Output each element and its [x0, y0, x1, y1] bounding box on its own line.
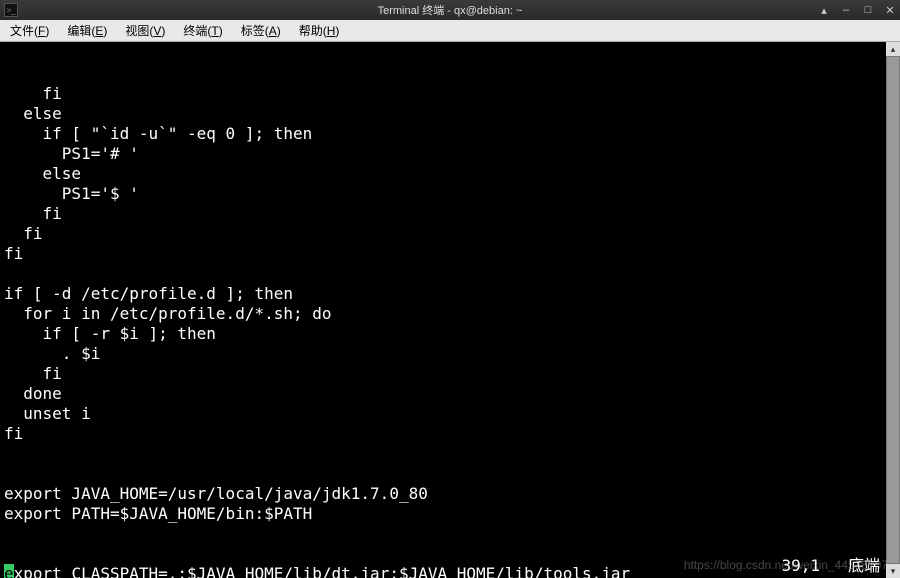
scroll-up-button[interactable]: ▴: [886, 42, 900, 56]
titlebar: >_ Terminal 终端 - qx@debian: ~ ▴ – □ ✕: [0, 0, 900, 20]
terminal-line: if [ -r $i ]; then: [4, 324, 896, 344]
terminal-line: else: [4, 164, 896, 184]
menu-tabs[interactable]: 标签(A): [237, 20, 285, 41]
scroll-thumb[interactable]: [886, 56, 900, 564]
menubar: 文件(F) 编辑(E) 视图(V) 终端(T) 标签(A) 帮助(H): [0, 20, 900, 42]
terminal-line: else: [4, 104, 896, 124]
menu-terminal[interactable]: 终端(T): [179, 20, 226, 41]
terminal-viewport[interactable]: fi else if [ "`id -u`" -eq 0 ]; then PS1…: [0, 42, 900, 578]
terminal-line: PS1='# ': [4, 144, 896, 164]
menu-file[interactable]: 文件(F): [6, 20, 53, 41]
menu-help[interactable]: 帮助(H): [295, 20, 344, 41]
terminal-line: fi: [4, 224, 896, 244]
terminal-line: if [ "`id -u`" -eq 0 ]; then: [4, 124, 896, 144]
terminal-line: done: [4, 384, 896, 404]
terminal-line: . $i: [4, 344, 896, 364]
rollup-button[interactable]: ▴: [818, 4, 830, 17]
vim-status-label: 底端: [848, 556, 880, 576]
terminal-line: for i in /etc/profile.d/*.sh; do: [4, 304, 896, 324]
scrollbar[interactable]: ▴ ▾: [886, 42, 900, 578]
terminal-line: [4, 264, 896, 284]
terminal-line: fi: [4, 204, 896, 224]
minimize-button[interactable]: –: [840, 4, 852, 17]
terminal-line: export JAVA_HOME=/usr/local/java/jdk1.7.…: [4, 484, 896, 504]
terminal-line: [4, 464, 896, 484]
terminal-line: export PATH=$JAVA_HOME/bin:$PATH: [4, 504, 896, 524]
terminal-line: if [ -d /etc/profile.d ]; then: [4, 284, 896, 304]
terminal-line: fi: [4, 424, 896, 444]
terminal-line: fi: [4, 364, 896, 384]
window-title: Terminal 终端 - qx@debian: ~: [378, 2, 523, 18]
menu-view[interactable]: 视图(V): [121, 20, 169, 41]
vim-position: 39,1: [781, 556, 820, 576]
terminal-last-line: export CLASSPATH=.:$JAVA_HOME/lib/dt.jar…: [4, 564, 896, 578]
terminal-line: fi: [4, 244, 896, 264]
scroll-down-button[interactable]: ▾: [886, 564, 900, 578]
terminal-text: fi else if [ "`id -u`" -eq 0 ]; then PS1…: [4, 84, 896, 524]
close-button[interactable]: ✕: [884, 4, 896, 17]
maximize-button[interactable]: □: [862, 4, 874, 17]
terminal-line: [4, 444, 896, 464]
terminal-line: fi: [4, 84, 896, 104]
menu-edit[interactable]: 编辑(E): [63, 20, 111, 41]
terminal-app-icon: >_: [4, 3, 18, 17]
window-controls: ▴ – □ ✕: [818, 4, 896, 17]
terminal-line: PS1='$ ': [4, 184, 896, 204]
terminal-line: unset i: [4, 404, 896, 424]
terminal-cursor: e: [4, 564, 14, 578]
